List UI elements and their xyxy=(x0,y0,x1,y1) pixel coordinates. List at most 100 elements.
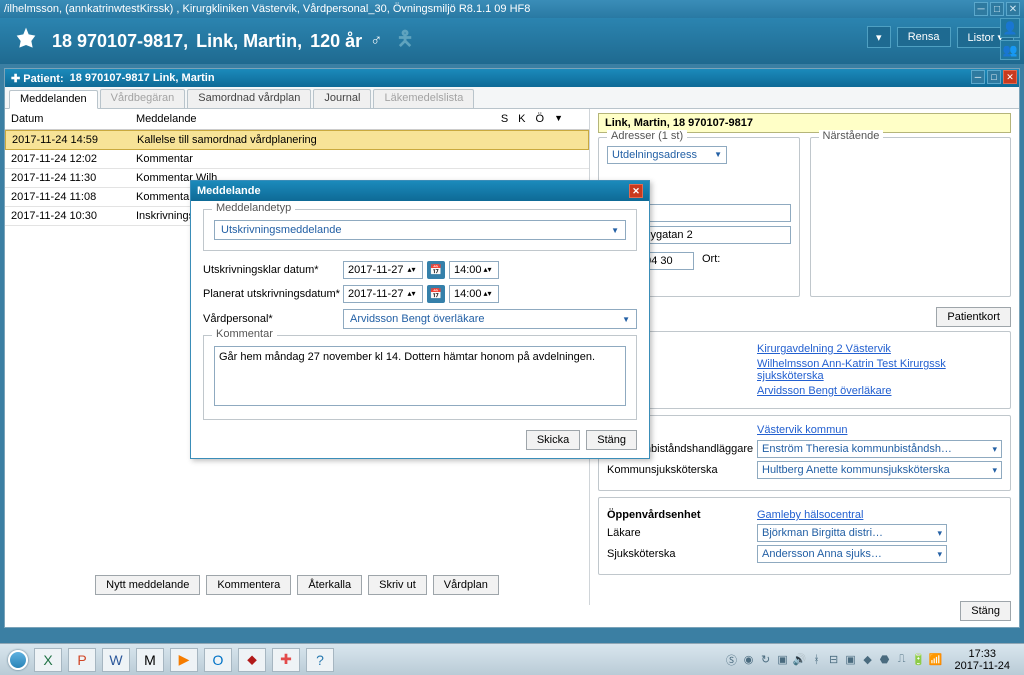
kommentar-textarea[interactable] xyxy=(214,346,626,406)
tray-icon[interactable]: ◉ xyxy=(742,653,756,667)
calendar-icon[interactable]: 📅 xyxy=(427,285,445,303)
msg-date: 2017-11-24 12:02 xyxy=(11,153,136,165)
plan-time-input[interactable]: 14:00▴▾ xyxy=(449,285,499,303)
app-m-icon[interactable]: M xyxy=(136,648,164,672)
ks-select[interactable]: Hultberg Anette kommunsjuksköterska xyxy=(757,461,1002,479)
start-button-icon[interactable] xyxy=(8,650,28,670)
col-o[interactable]: Ö xyxy=(536,113,545,125)
kommun-link[interactable]: Västervik kommun xyxy=(757,424,847,436)
taskbar-clock[interactable]: 17:33 2017-11-24 xyxy=(949,648,1016,672)
rensa-button[interactable]: Rensa xyxy=(897,27,951,47)
media-player-icon[interactable]: ▶ xyxy=(170,648,198,672)
side-icons: 👤 👥 xyxy=(1000,18,1020,60)
tray-icon[interactable]: ◆ xyxy=(861,653,875,667)
msg-date: 2017-11-24 10:30 xyxy=(11,210,136,222)
battery-icon[interactable]: 🔋 xyxy=(912,653,926,667)
gender-male-icon: ♂ xyxy=(370,32,382,50)
nytt-meddelande-button[interactable]: Nytt meddelande xyxy=(95,575,200,595)
col-s[interactable]: S xyxy=(501,113,508,125)
plan-row: Planerat utskrivningsdatum* 2017-11-27▴▾… xyxy=(203,285,637,303)
maximize-icon[interactable]: □ xyxy=(990,2,1004,16)
tab-meddelanden[interactable]: Meddelanden xyxy=(9,90,98,109)
header-dropdown-button[interactable]: ▾ xyxy=(867,26,891,48)
relatives-group-title: Närstående xyxy=(819,130,884,142)
meddelandetyp-select[interactable]: Utskrivningsmeddelande xyxy=(214,220,626,240)
col-meddelande[interactable]: Meddelande xyxy=(136,113,501,125)
clock-date: 2017-11-24 xyxy=(955,660,1010,672)
ks-label: Kommunsjuksköterska xyxy=(607,464,757,476)
dialog-close-icon[interactable]: ✕ xyxy=(629,184,643,198)
kb-select[interactable]: Enström Theresia kommunbiståndsh… xyxy=(757,440,1002,458)
patient-bar-text: 18 970107-9817 Link, Martin xyxy=(70,72,215,84)
col-k[interactable]: K xyxy=(518,113,525,125)
tab-journal[interactable]: Journal xyxy=(313,89,371,108)
pdf-icon[interactable]: ⬥ xyxy=(238,648,266,672)
message-row[interactable]: 2017-11-24 12:02 Kommentar xyxy=(5,150,589,169)
excel-icon[interactable]: X xyxy=(34,648,62,672)
tray-icon[interactable]: ⊟ xyxy=(827,653,841,667)
pw-minimize-icon[interactable]: ─ xyxy=(971,70,985,84)
tray-icon[interactable]: ▣ xyxy=(776,653,790,667)
bluetooth-icon[interactable]: ᚼ xyxy=(810,653,824,667)
word-icon[interactable]: W xyxy=(102,648,130,672)
aterkalla-button[interactable]: Återkalla xyxy=(297,575,362,595)
vardpersonal-select[interactable]: Arvidsson Bengt överläkare xyxy=(343,309,637,329)
kommun-group: Västervik kommun Kommunbiståndshandlägga… xyxy=(598,415,1011,491)
meddelande-dialog: Meddelande ✕ Meddelandetyp Utskrivningsm… xyxy=(190,180,650,459)
address-type-select[interactable]: Utdelningsadress xyxy=(607,146,727,164)
calendar-icon[interactable]: 📅 xyxy=(427,261,445,279)
messages-header: Datum Meddelande S K Ö ▼ xyxy=(5,109,589,130)
plan-date-input[interactable]: 2017-11-27▴▾ xyxy=(343,285,423,303)
enhet-link[interactable]: Kirurgavdelning 2 Västervik xyxy=(757,343,1002,355)
team-link[interactable]: Wilhelmsson Ann-Katrin Test Kirurgssk sj… xyxy=(757,358,1002,382)
stang-button[interactable]: Stäng xyxy=(960,601,1011,621)
col-datum[interactable]: Datum xyxy=(11,113,136,125)
vardplan-button[interactable]: Vårdplan xyxy=(433,575,499,595)
dialog-titlebar[interactable]: Meddelande ✕ xyxy=(191,181,649,201)
volume-icon[interactable]: 🔊 xyxy=(793,653,807,667)
vardpersonal-row: Vårdpersonal* Arvidsson Bengt överläkare xyxy=(203,309,637,329)
message-row[interactable]: 2017-11-24 14:59 Kallelse till samordnad… xyxy=(5,130,589,150)
skicka-button[interactable]: Skicka xyxy=(526,430,580,450)
kommentera-button[interactable]: Kommentera xyxy=(206,575,291,595)
lakare-select[interactable]: Björkman Birgitta distri… xyxy=(757,524,947,542)
message-actions: Nytt meddelande Kommentera Återkalla Skr… xyxy=(5,575,589,595)
sort-arrow-icon[interactable]: ▼ xyxy=(554,113,563,125)
utskr-date-input[interactable]: 2017-11-27▴▾ xyxy=(343,261,423,279)
tab-samordnad[interactable]: Samordnad vårdplan xyxy=(187,89,311,108)
utskr-label: Utskrivningsklar datum* xyxy=(203,264,343,276)
kommentar-legend: Kommentar xyxy=(212,328,277,340)
skriv-ut-button[interactable]: Skriv ut xyxy=(368,575,427,595)
tab-lakemedel[interactable]: Läkemedelslista xyxy=(373,89,474,108)
app-header: 18 970107-9817, Link, Martin, 120 år ♂ 🯅… xyxy=(0,18,1024,64)
dialog-stang-button[interactable]: Stäng xyxy=(586,430,637,450)
dialog-body: Meddelandetyp Utskrivningsmeddelande Uts… xyxy=(191,201,649,458)
network-icon[interactable]: ⎍ xyxy=(895,653,909,667)
powerpoint-icon[interactable]: P xyxy=(68,648,96,672)
outlook-icon[interactable]: O xyxy=(204,648,232,672)
medical-app-icon[interactable]: ✚ xyxy=(272,648,300,672)
minimize-icon[interactable]: ─ xyxy=(974,2,988,16)
app-titlebar: /ilhelmsson, (annkatrinwtestKirssk) , Ki… xyxy=(0,0,1024,18)
al-link[interactable]: Arvidsson Bengt överläkare xyxy=(757,385,1002,397)
pw-close-icon[interactable]: ✕ xyxy=(1003,70,1017,84)
help-icon[interactable]: ? xyxy=(306,648,334,672)
tab-vardbegaran[interactable]: Vårdbegäran xyxy=(100,89,186,108)
skype-icon[interactable]: Ⓢ xyxy=(725,653,739,667)
pw-maximize-icon[interactable]: □ xyxy=(987,70,1001,84)
plan-label: Planerat utskrivningsdatum* xyxy=(203,288,343,300)
tray-icon[interactable]: ↻ xyxy=(759,653,773,667)
tray-icon[interactable]: ▣ xyxy=(844,653,858,667)
group-icon[interactable]: 👥 xyxy=(1000,40,1020,60)
msg-date: 2017-11-24 11:30 xyxy=(11,172,136,184)
windows-taskbar: X P W M ▶ O ⬥ ✚ ? Ⓢ ◉ ↻ ▣ 🔊 ᚼ ⊟ ▣ ◆ ⬣ ⎍ … xyxy=(0,643,1024,675)
ssk-select[interactable]: Andersson Anna sjuks… xyxy=(757,545,947,563)
wifi-icon[interactable]: 📶 xyxy=(929,653,943,667)
close-icon[interactable]: ✕ xyxy=(1006,2,1020,16)
utskr-time-input[interactable]: 14:00▴▾ xyxy=(449,261,499,279)
openvard-link[interactable]: Gamleby hälsocentral xyxy=(757,509,1002,521)
tray-icon[interactable]: ⬣ xyxy=(878,653,892,667)
patientkort-button[interactable]: Patientkort xyxy=(936,307,1011,327)
user-icon[interactable]: 👤 xyxy=(1000,18,1020,38)
tray-icons: Ⓢ ◉ ↻ ▣ 🔊 ᚼ ⊟ ▣ ◆ ⬣ ⎍ 🔋 📶 xyxy=(725,653,943,667)
